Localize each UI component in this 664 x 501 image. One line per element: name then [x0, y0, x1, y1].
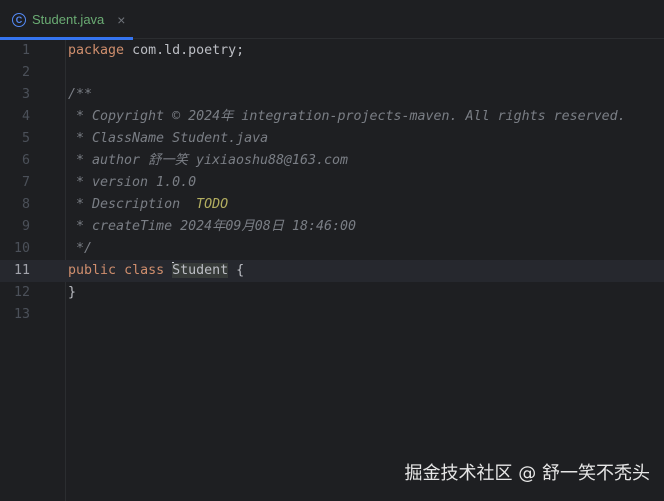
tab-student-java[interactable]: C Student.java × [0, 0, 133, 40]
code-text: * ClassName Student.java [68, 128, 268, 150]
line-number: 3 [21, 87, 30, 102]
code-text: * author 舒一笑 yixiaoshu88@163.com [68, 150, 348, 172]
code-token: * version 1.0.0 [68, 175, 197, 190]
code-token: */ [68, 241, 93, 256]
line-number: 12 [13, 285, 30, 300]
code-line[interactable]: 9 * createTime 2024年09月08日 18:46:00 [0, 216, 664, 238]
code-token: * createTime 2024年09月08日 18:46:00 [68, 219, 357, 234]
code-line[interactable]: 10 */ [0, 238, 664, 260]
code-text: public class Student { [68, 260, 244, 282]
code-token: com.ld.poetry; [132, 43, 245, 58]
code-line[interactable]: 4 * Copyright © 2024年 integration-projec… [0, 106, 664, 128]
line-number: 11 [13, 263, 30, 278]
line-number: 2 [21, 65, 30, 80]
editor-tab-bar: C Student.java × [0, 0, 664, 40]
class-icon: C [12, 12, 26, 27]
code-line[interactable]: 2 [0, 62, 664, 84]
code-line[interactable]: 1 package com.ld.poetry; [0, 40, 664, 62]
code-line[interactable]: 8 * Description TODO [0, 194, 664, 216]
code-text: * createTime 2024年09月08日 18:46:00 [68, 216, 356, 238]
code-line[interactable]: 12} [0, 282, 664, 304]
code-line[interactable]: 13 [0, 304, 664, 326]
code-text: * Description TODO [68, 194, 228, 216]
line-number: 10 [13, 241, 30, 256]
code-token: public [68, 263, 117, 278]
code-line[interactable]: 7 * version 1.0.0 [0, 172, 664, 194]
code-token: * Description [68, 197, 189, 212]
code-line[interactable]: 5 * ClassName Student.java [0, 128, 664, 150]
line-number: 1 [21, 43, 30, 58]
code-token: * author 舒一笑 yixiaoshu88@163.com [68, 153, 349, 168]
line-number: 9 [21, 219, 30, 234]
code-text: * version 1.0.0 [68, 172, 196, 194]
code-token: class [124, 263, 165, 278]
code-line[interactable]: 11 public class Student { [0, 260, 664, 282]
code-token: } [68, 285, 77, 300]
code-token: TODO [196, 197, 229, 212]
code-token: Student [172, 263, 229, 278]
line-number: 13 [13, 307, 30, 322]
code-text: * Copyright © 2024年 integration-projects… [68, 106, 626, 128]
line-number: 5 [21, 131, 30, 146]
code-text: /** [68, 84, 92, 106]
code-text: } [68, 282, 76, 304]
code-token: /** [68, 87, 93, 102]
code-token: package [68, 43, 125, 58]
code-text: package com.ld.poetry; [68, 40, 244, 62]
watermark: 掘金技术社区 @ 舒一笑不秃头 [404, 463, 650, 484]
close-icon[interactable]: × [117, 12, 125, 28]
code-token: * ClassName Student.java [68, 131, 269, 146]
line-number: 8 [21, 197, 30, 212]
line-number: 7 [21, 175, 30, 190]
code-token: { [236, 263, 245, 278]
line-number: 4 [21, 109, 30, 124]
code-line[interactable]: 6 * author 舒一笑 yixiaoshu88@163.com [0, 150, 664, 172]
line-number: 6 [21, 153, 30, 168]
tab-label: Student.java [32, 12, 105, 27]
code-line[interactable]: 3 /** [0, 84, 664, 106]
code-token: * Copyright © 2024年 integration-projects… [68, 109, 626, 124]
code-text: */ [68, 238, 92, 260]
